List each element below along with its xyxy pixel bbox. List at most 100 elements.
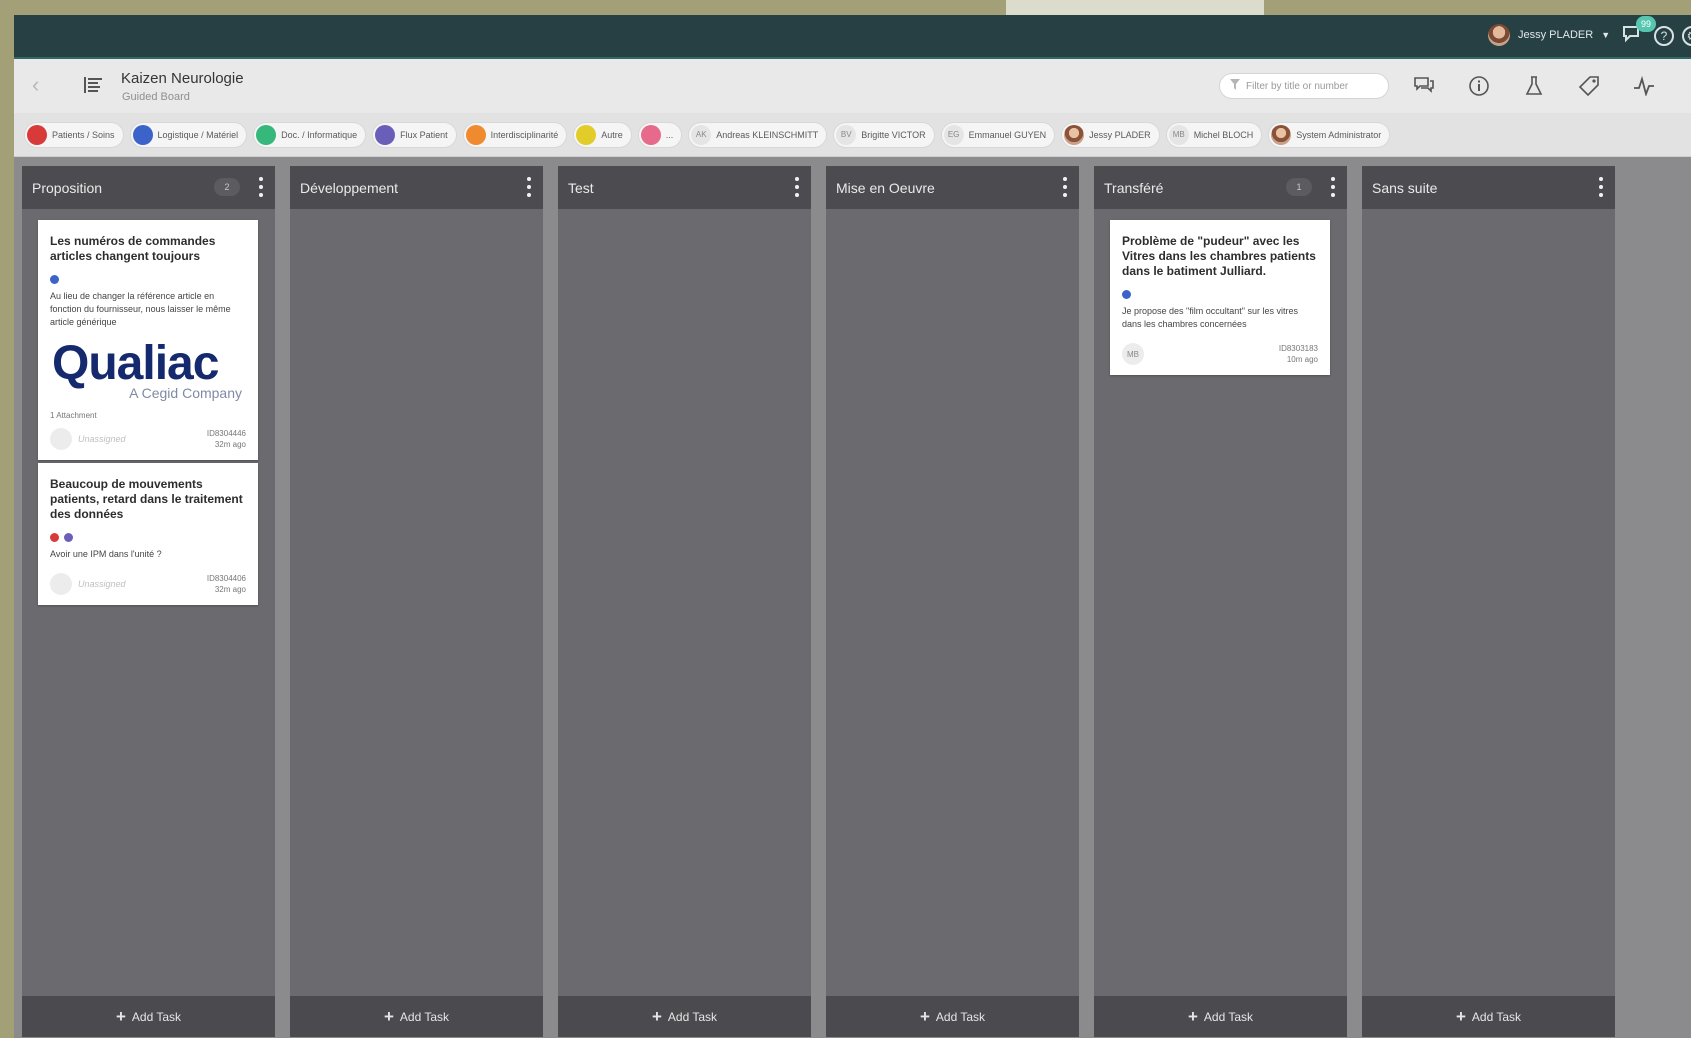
back-arrow-icon[interactable]: ‹	[32, 72, 39, 98]
assignee-initials[interactable]: MB	[1122, 343, 1144, 365]
filter-chip[interactable]: Logistique / Matériel	[129, 121, 248, 148]
column-title: Sans suite	[1372, 179, 1438, 196]
column-header: Proposition 2	[22, 166, 275, 209]
user-initials-badge: MB	[1168, 124, 1189, 145]
category-color-dot	[640, 124, 661, 145]
help-icon[interactable]: ?	[1654, 26, 1674, 46]
kebab-menu-icon[interactable]	[1063, 177, 1067, 197]
card-description: Avoir une IPM dans l'unité ?	[50, 549, 162, 559]
kebab-menu-icon[interactable]	[527, 177, 531, 197]
chat-icon[interactable]: 99	[1622, 16, 1656, 48]
lab-flask-icon[interactable]	[1518, 71, 1550, 101]
attachment-count[interactable]: 1 Attachment	[50, 411, 246, 420]
top-navigation-bar: Jessy PLADER ▼ 99 ? ⚙	[14, 15, 1691, 59]
add-task-button[interactable]: + Add Task	[290, 996, 543, 1037]
kebab-menu-icon[interactable]	[795, 177, 799, 197]
filter-chip-user[interactable]: System Administrator	[1268, 121, 1391, 148]
filter-chip-label: ...	[665, 129, 674, 140]
category-color-dot	[375, 124, 396, 145]
filter-chips-row: Patients / Soins Logistique / Matériel D…	[14, 113, 1691, 157]
card-title: Les numéros de commandes articles change…	[50, 234, 216, 263]
add-task-button[interactable]: + Add Task	[1094, 996, 1347, 1037]
column-mise-en-oeuvre: Mise en Oeuvre + Add Task	[826, 166, 1079, 1037]
kebab-menu-icon[interactable]	[1599, 177, 1603, 197]
plus-icon: +	[383, 1006, 394, 1026]
column-count-badge: 2	[214, 178, 240, 196]
browser-tab-fragment	[1006, 0, 1264, 15]
info-icon[interactable]	[1463, 71, 1495, 101]
plus-icon: +	[651, 1006, 662, 1026]
category-color-dot	[256, 124, 277, 145]
filter-chip[interactable]: Patients / Soins	[24, 121, 124, 148]
card-id: ID8304406	[206, 574, 246, 583]
plus-icon: +	[1187, 1006, 1198, 1026]
assignee-avatar[interactable]	[50, 573, 72, 595]
app-window: Jessy PLADER ▼ 99 ? ⚙ ‹ Kaizen Neurologi…	[14, 15, 1691, 1038]
filter-chip-user[interactable]: MB Michel BLOCH	[1165, 121, 1263, 148]
filter-chip[interactable]: ...	[637, 121, 683, 148]
add-task-button[interactable]: + Add Task	[558, 996, 811, 1037]
card-footer: MB ID8303183 10m ago	[1122, 343, 1318, 365]
add-task-button[interactable]: + Add Task	[826, 996, 1079, 1037]
column-test: Test + Add Task	[558, 166, 811, 1037]
filter-chip[interactable]: Autre	[573, 121, 632, 148]
board-list-icon[interactable]	[84, 77, 102, 98]
filter-chip-user[interactable]: BV Brigitte VICTOR	[833, 121, 935, 148]
assignee-avatar[interactable]	[50, 428, 72, 450]
comments-icon[interactable]	[1408, 71, 1440, 101]
add-task-button[interactable]: + Add Task	[1362, 996, 1615, 1037]
user-menu[interactable]: Jessy PLADER ▼	[1488, 23, 1610, 47]
task-card[interactable]: Problème de "pudeur" avec les Vitres dan…	[1110, 220, 1330, 375]
task-card[interactable]: Beaucoup de mouvements patients, retard …	[38, 463, 258, 605]
add-task-label: Add Task	[399, 1009, 450, 1024]
filter-search-input[interactable]: Filter by title or number	[1219, 73, 1389, 99]
menu-icon[interactable]	[1683, 71, 1691, 101]
category-tag-dot	[50, 533, 59, 542]
category-color-dot	[132, 124, 153, 145]
filter-placeholder: Filter by title or number	[1246, 80, 1349, 92]
card-meta: ID8303183 10m ago	[1279, 343, 1318, 365]
user-avatar	[1488, 24, 1510, 46]
column-title: Test	[568, 179, 594, 196]
card-id: ID8304446	[206, 429, 246, 438]
filter-chip-label: Logistique / Matériel	[157, 129, 239, 140]
column-header: Transféré 1	[1094, 166, 1347, 209]
filter-chip-label: Flux Patient	[400, 129, 448, 140]
category-tag-dot	[64, 533, 73, 542]
kebab-menu-icon[interactable]	[1331, 177, 1335, 197]
plus-icon: +	[1455, 1006, 1466, 1026]
top-icons: 99 ? ⚙	[1622, 16, 1691, 48]
kebab-menu-icon[interactable]	[259, 177, 263, 197]
settings-icon[interactable]: ⚙	[1682, 26, 1691, 46]
tag-icon[interactable]	[1573, 71, 1605, 101]
card-age: 32m ago	[214, 585, 246, 594]
card-footer: Unassigned ID8304406 32m ago	[50, 573, 246, 595]
card-meta: ID8304406 32m ago	[207, 573, 246, 595]
column-header: Sans suite	[1362, 166, 1615, 209]
attachment-image-qualiac-logo[interactable]: Qualiac A Cegid Company	[50, 337, 246, 402]
category-color-dot	[576, 124, 597, 145]
card-id: ID8303183	[1278, 344, 1318, 353]
filter-chip[interactable]: Interdisciplinarité	[462, 121, 568, 148]
filter-chip-user[interactable]: Jessy PLADER	[1061, 121, 1160, 148]
logo-wordmark: Qualiac	[52, 337, 219, 390]
user-name: Jessy PLADER	[1518, 29, 1594, 41]
task-card[interactable]: Les numéros de commandes articles change…	[38, 220, 258, 460]
board-tools	[1408, 71, 1691, 101]
filter-chip-user[interactable]: AK Andreas KLEINSCHMITT	[688, 121, 828, 148]
user-initials-badge: BV	[836, 124, 857, 145]
board-subtitle: Guided Board	[122, 91, 190, 103]
filter-chip[interactable]: Doc. / Informatique	[253, 121, 367, 148]
filter-chip[interactable]: Flux Patient	[372, 121, 457, 148]
category-tag-dot	[50, 275, 59, 284]
card-description: Je propose des "film occultant" sur les …	[1122, 306, 1298, 329]
add-task-button[interactable]: + Add Task	[22, 996, 275, 1037]
board-title: Kaizen Neurologie	[121, 70, 244, 87]
filter-chip-user[interactable]: EG Emmanuel GUYEN	[940, 121, 1056, 148]
add-task-label: Add Task	[667, 1009, 718, 1024]
caret-down-icon: ▼	[1601, 30, 1611, 40]
activity-icon[interactable]	[1628, 71, 1660, 101]
category-color-dot	[465, 124, 486, 145]
add-task-label: Add Task	[935, 1009, 986, 1024]
column-title: Développement	[300, 179, 399, 196]
